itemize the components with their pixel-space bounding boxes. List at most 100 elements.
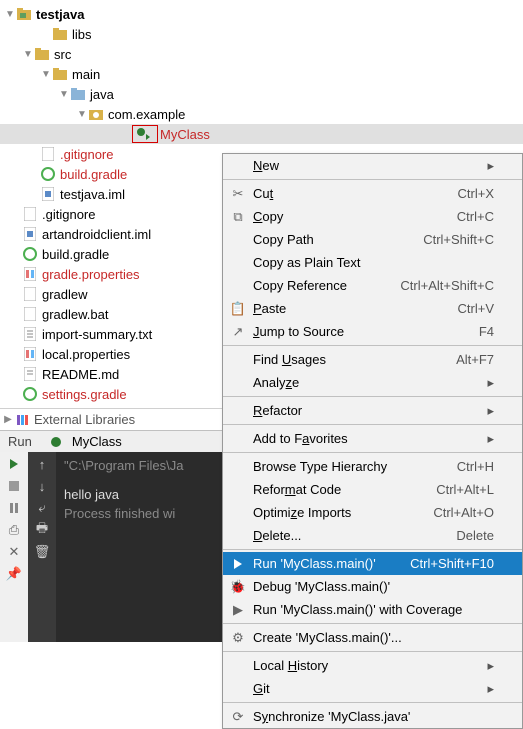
tree-node-myclass[interactable]: MyClass <box>0 124 523 144</box>
menu-delete[interactable]: Delete...Delete <box>223 524 522 547</box>
menu-analyze[interactable]: Analyze▸ <box>223 371 522 394</box>
menu-run[interactable]: Run 'MyClass.main()'Ctrl+Shift+F10 <box>223 552 522 575</box>
selection-highlight <box>132 125 158 143</box>
menu-reformat[interactable]: Reformat CodeCtrl+Alt+L <box>223 478 522 501</box>
coverage-icon: ▶ <box>229 602 247 618</box>
menu-copy-plain[interactable]: Copy as Plain Text <box>223 251 522 274</box>
tree-node-src[interactable]: ▼ src <box>0 44 523 64</box>
expand-arrow-icon[interactable]: ▼ <box>4 9 16 20</box>
menu-optimize[interactable]: Optimize ImportsCtrl+Alt+O <box>223 501 522 524</box>
dump-button[interactable]: ⎙ <box>6 522 22 538</box>
menu-copy[interactable]: ⧉CopyCtrl+C <box>223 205 522 228</box>
tree-label: main <box>72 67 100 82</box>
tree-node-package[interactable]: ▼ com.example <box>0 104 523 124</box>
module-folder-icon <box>16 6 32 22</box>
expand-arrow-icon[interactable]: ▼ <box>22 49 34 60</box>
pin-button[interactable]: 📌 <box>6 566 22 582</box>
tree-label: gradlew <box>42 287 88 302</box>
folder-icon <box>52 26 68 42</box>
menu-separator <box>223 452 522 453</box>
tree-label: artandroidclient.iml <box>42 227 151 242</box>
source-folder-icon <box>70 86 86 102</box>
menu-paste[interactable]: 📋PasteCtrl+V <box>223 297 522 320</box>
soft-wrap-button[interactable]: ⤶ <box>34 500 50 516</box>
stop-button[interactable] <box>6 478 22 494</box>
tree-label: java <box>90 87 114 102</box>
tree-label: src <box>54 47 71 62</box>
tree-node-main[interactable]: ▼ main <box>0 64 523 84</box>
pause-button[interactable] <box>6 500 22 516</box>
tree-node-java[interactable]: ▼ java <box>0 84 523 104</box>
menu-git[interactable]: Git▸ <box>223 677 522 700</box>
module-icon <box>40 186 56 202</box>
tree-label: build.gradle <box>60 167 127 182</box>
menu-jump[interactable]: ↗Jump to SourceF4 <box>223 320 522 343</box>
properties-icon <box>22 346 38 362</box>
properties-icon <box>22 266 38 282</box>
menu-refactor[interactable]: Refactor▸ <box>223 399 522 422</box>
sync-icon: ⟳ <box>229 709 247 725</box>
menu-new[interactable]: New▸ <box>223 154 522 177</box>
file-icon <box>40 146 56 162</box>
menu-browse-hierarchy[interactable]: Browse Type HierarchyCtrl+H <box>223 455 522 478</box>
run-gutter-console: ↑ ↓ ⤶ 🖶 🗑 <box>28 452 56 642</box>
tree-label: local.properties <box>42 347 130 362</box>
tree-label: build.gradle <box>42 247 109 262</box>
config-icon: ⚙ <box>229 630 247 646</box>
scroll-down-button[interactable]: ↓ <box>34 478 50 494</box>
tree-node-libs[interactable]: libs <box>0 24 523 44</box>
paste-icon: 📋 <box>229 301 247 317</box>
expand-arrow-icon[interactable]: ▼ <box>76 109 88 120</box>
run-gutter-left: ⎙ ✕ 📌 <box>0 452 28 642</box>
menu-debug[interactable]: 🐞Debug 'MyClass.main()' <box>223 575 522 598</box>
menu-separator <box>223 623 522 624</box>
tree-label: libs <box>72 27 92 42</box>
text-file-icon <box>22 366 38 382</box>
menu-run-coverage[interactable]: ▶Run 'MyClass.main()' with Coverage <box>223 598 522 621</box>
menu-add-favorites[interactable]: Add to Favorites▸ <box>223 427 522 450</box>
rerun-button[interactable] <box>6 456 22 472</box>
menu-local-history[interactable]: Local History▸ <box>223 654 522 677</box>
menu-separator <box>223 345 522 346</box>
debug-icon: 🐞 <box>229 579 247 595</box>
tree-label: .gitignore <box>42 207 95 222</box>
menu-separator <box>223 179 522 180</box>
jump-icon: ↗ <box>229 324 247 340</box>
folder-icon <box>52 66 68 82</box>
tree-label: .gitignore <box>60 147 113 162</box>
tree-label: MyClass <box>160 127 210 142</box>
run-icon <box>229 559 247 569</box>
menu-separator <box>223 424 522 425</box>
tree-label: README.md <box>42 367 119 382</box>
close-button[interactable]: ✕ <box>6 544 22 560</box>
menu-cut[interactable]: ✂CutCtrl+X <box>223 182 522 205</box>
menu-find-usages[interactable]: Find UsagesAlt+F7 <box>223 348 522 371</box>
run-config-tab[interactable]: MyClass <box>40 431 130 452</box>
menu-separator <box>223 396 522 397</box>
tree-label: import-summary.txt <box>42 327 152 342</box>
menu-copy-path[interactable]: Copy PathCtrl+Shift+C <box>223 228 522 251</box>
expand-arrow-icon[interactable]: ▶ <box>2 414 14 425</box>
expand-arrow-icon[interactable]: ▼ <box>40 69 52 80</box>
context-menu: New▸ ✂CutCtrl+X ⧉CopyCtrl+C Copy PathCtr… <box>222 153 523 729</box>
folder-icon <box>34 46 50 62</box>
tree-label: gradlew.bat <box>42 307 109 322</box>
expand-arrow-icon[interactable]: ▼ <box>58 89 70 100</box>
library-icon <box>14 412 30 428</box>
menu-separator <box>223 651 522 652</box>
menu-synchronize[interactable]: ⟳Synchronize 'MyClass.java' <box>223 705 522 728</box>
gradle-icon <box>22 246 38 262</box>
tree-label: External Libraries <box>34 412 135 427</box>
tree-label: settings.gradle <box>42 387 127 402</box>
file-icon <box>22 206 38 222</box>
tree-label: testjava <box>36 7 84 22</box>
tree-node-root[interactable]: ▼ testjava <box>0 4 523 24</box>
package-icon <box>88 106 104 122</box>
cut-icon: ✂ <box>229 186 247 202</box>
menu-copy-reference[interactable]: Copy ReferenceCtrl+Alt+Shift+C <box>223 274 522 297</box>
menu-create-config[interactable]: ⚙Create 'MyClass.main()'... <box>223 626 522 649</box>
run-toolwindow-title: Run <box>0 431 40 452</box>
clear-button[interactable]: 🗑 <box>34 544 50 560</box>
scroll-up-button[interactable]: ↑ <box>34 456 50 472</box>
print-button[interactable]: 🖶 <box>34 522 50 538</box>
